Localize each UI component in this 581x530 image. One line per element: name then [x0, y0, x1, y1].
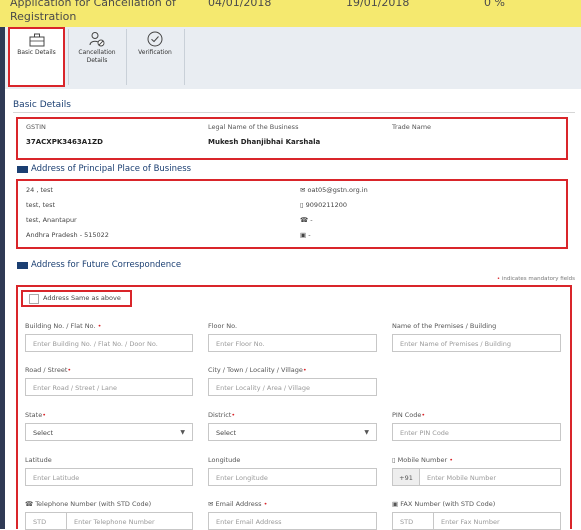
principal-fax: -	[308, 231, 311, 239]
envelope-icon: ✉	[300, 186, 306, 194]
principal-email: oat05@gstn.org.in	[307, 186, 368, 194]
address-line: test, test	[26, 201, 56, 209]
mobile-country-code: +91	[392, 468, 420, 486]
telephone-input[interactable]: Enter Telephone Number	[66, 512, 193, 530]
chevron-down-icon: ▼	[180, 429, 185, 436]
district-label: District•	[208, 411, 236, 419]
application-status-bar: Application for Cancellation of Registra…	[0, 0, 581, 28]
application-title-line2: Registration	[10, 10, 77, 23]
gstin-value: 37ACXPK3463A1ZD	[26, 138, 103, 146]
mobile-icon: ▯	[392, 456, 396, 464]
fax-icon: ▣	[300, 231, 307, 239]
pin-input[interactable]: Enter PIN Code	[392, 423, 561, 441]
same-as-above-label: Address Same as above	[43, 294, 121, 302]
legal-name-label: Legal Name of the Business	[208, 123, 299, 131]
phone-icon: ☎	[300, 216, 309, 224]
chevron-down-icon: ▼	[364, 429, 369, 436]
gstin-label: GSTIN	[26, 123, 46, 131]
floor-input[interactable]: Enter Floor No.	[208, 334, 377, 352]
building-input[interactable]: Enter Building No. / Flat No. / Door No.	[25, 334, 193, 352]
longitude-input[interactable]: Enter Longitude	[208, 468, 377, 486]
email-row: ✉ oat05@gstn.org.in	[300, 186, 368, 194]
road-input[interactable]: Enter Road / Street / Lane	[25, 378, 193, 396]
basic-details-heading: Basic Details	[13, 100, 71, 110]
state-label: State•	[25, 411, 47, 419]
check-circle-icon	[147, 31, 163, 47]
tab-verification[interactable]: Verification	[127, 27, 183, 87]
divider	[13, 112, 575, 113]
district-select[interactable]: Select ▼	[208, 423, 377, 441]
address-line: Andhra Pradesh - 515022	[26, 231, 109, 239]
future-correspondence-heading: Address for Future Correspondence	[31, 260, 182, 270]
phone-row: ☎ -	[300, 216, 313, 224]
fax-label: ▣ FAX Number (with STD Code)	[392, 500, 496, 508]
floor-label: Floor No.	[208, 322, 238, 330]
id-card-icon	[17, 262, 28, 269]
email-input[interactable]: Enter Email Address	[208, 512, 377, 530]
mobile-input[interactable]: Enter Mobile Number	[419, 468, 561, 486]
tab-basic-details[interactable]: Basic Details	[8, 27, 65, 87]
same-as-above-checkbox[interactable]	[29, 294, 39, 304]
user-cancel-icon	[89, 32, 105, 47]
state-select[interactable]: Select ▼	[25, 423, 193, 441]
tab-divider	[184, 29, 185, 85]
application-progress: 0 %	[484, 0, 505, 9]
trade-name-label: Trade Name	[392, 123, 432, 131]
email-label: ✉ Email Address •	[208, 500, 268, 508]
application-date-1: 04/01/2018	[208, 0, 272, 9]
premises-label: Name of the Premises / Building	[392, 322, 497, 330]
pin-label: PIN Code•	[392, 411, 426, 419]
application-title-line1: Application for Cancellation of	[10, 0, 176, 9]
city-label: City / Town / Locality / Village•	[208, 366, 307, 374]
principal-mobile: 9090211200	[305, 201, 348, 209]
tab-strip: Basic Details Cancellation Details Verif…	[5, 27, 581, 90]
id-card-icon	[17, 166, 28, 173]
mobile-icon: ▯	[300, 201, 304, 209]
mandatory-note: • indicates mandatory fields	[496, 276, 575, 282]
address-line: test, Anantapur	[26, 216, 77, 224]
fax-std-input[interactable]: STD	[392, 512, 434, 530]
latitude-label: Latitude	[25, 456, 52, 464]
telephone-label: ☎ Telephone Number (with STD Code)	[25, 500, 152, 508]
phone-icon: ☎	[25, 500, 34, 508]
application-date-2: 19/01/2018	[346, 0, 410, 9]
building-label: Building No. / Flat No. •	[25, 322, 102, 330]
fax-input[interactable]: Enter Fax Number	[433, 512, 561, 530]
fax-icon: ▣	[392, 500, 399, 508]
city-input[interactable]: Enter Locality / Area / Village	[208, 378, 377, 396]
mobile-label: ▯ Mobile Number •	[392, 456, 454, 464]
longitude-label: Longitude	[208, 456, 241, 464]
principal-phone: -	[310, 216, 313, 224]
mobile-row: ▯ 9090211200	[300, 201, 347, 209]
tab-cancellation-details-label: Cancellation Details	[78, 49, 116, 64]
tab-cancellation-details[interactable]: Cancellation Details	[69, 27, 125, 87]
envelope-icon: ✉	[208, 500, 214, 508]
address-line: 24 , test	[26, 186, 53, 194]
legal-name-value: Mukesh Dhanjibhai Karshala	[208, 138, 321, 146]
briefcase-icon	[29, 33, 44, 47]
telephone-std-input[interactable]: STD	[25, 512, 67, 530]
latitude-input[interactable]: Enter Latitude	[25, 468, 193, 486]
principal-place-heading: Address of Principal Place of Business	[31, 164, 192, 174]
road-label: Road / Street•	[25, 366, 72, 374]
tab-basic-details-label: Basic Details	[17, 49, 56, 56]
premises-input[interactable]: Enter Name of Premises / Building	[392, 334, 561, 352]
fax-row: ▣ -	[300, 231, 311, 239]
tab-verification-label: Verification	[138, 49, 172, 56]
